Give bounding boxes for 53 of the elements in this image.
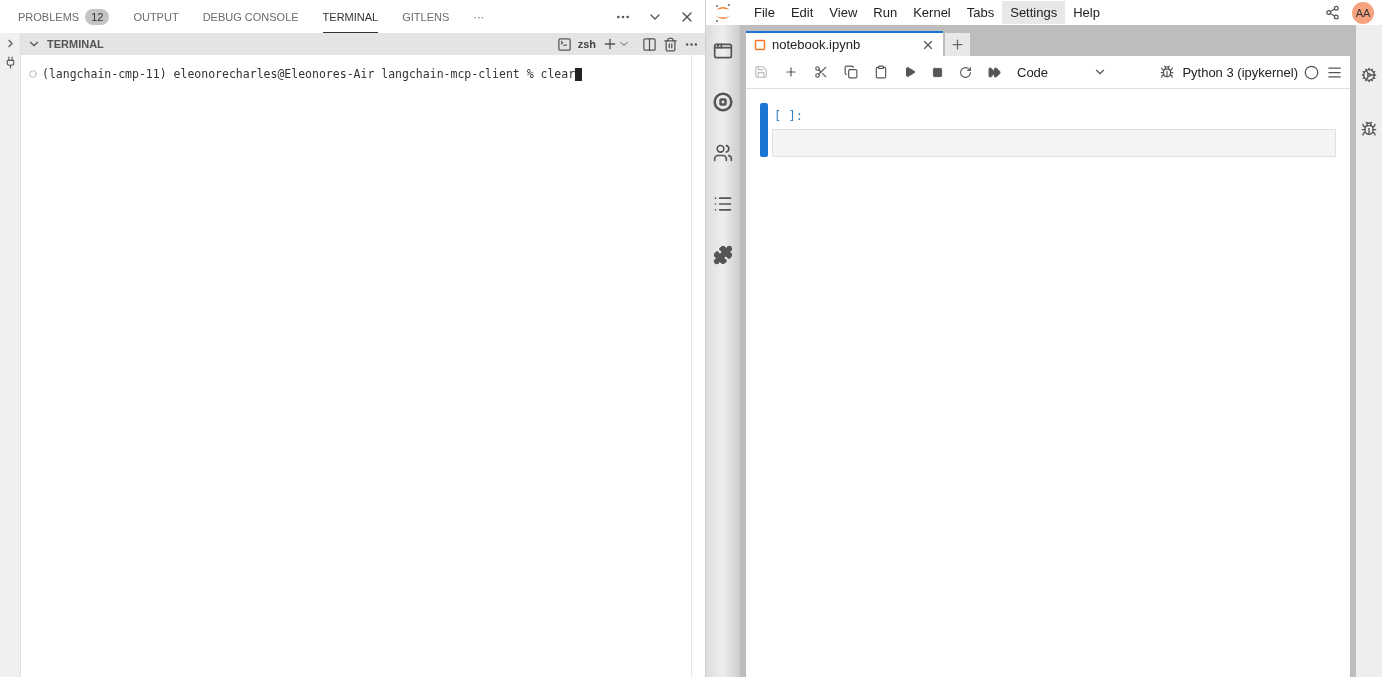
window-icon[interactable] [713, 41, 733, 61]
gears-icon[interactable] [1361, 67, 1377, 83]
new-tab-button[interactable] [945, 33, 970, 56]
plus-icon [950, 37, 965, 52]
terminal-line: (langchain-cmp-11) eleonorecharles@Eleonores-Air langchain-mcp-client % clear [42, 67, 576, 81]
notebook-icon [754, 38, 766, 51]
menu-item[interactable]: Help [1065, 1, 1108, 24]
plus-icon[interactable] [602, 36, 618, 52]
list-icon[interactable] [713, 194, 733, 214]
play-icon[interactable] [904, 66, 916, 78]
menu-icon[interactable] [1327, 64, 1342, 80]
bug-icon[interactable] [1361, 121, 1377, 137]
menu-item[interactable]: Tabs [958, 1, 1003, 24]
scissors-icon[interactable] [814, 65, 828, 79]
cell-prompt: [ ]: [773, 109, 804, 123]
panel-tab[interactable]: GITLENS [402, 0, 450, 33]
code-input-field[interactable] [772, 129, 1336, 157]
tab-label: notebook.ipynb [772, 37, 861, 52]
kernel-status-icon [1304, 64, 1319, 80]
menu-item[interactable]: View [821, 1, 866, 24]
document-tab[interactable]: notebook.ipynb [746, 31, 943, 56]
panel-tab[interactable]: PROBLEMS 12 [18, 0, 110, 33]
split-icon[interactable] [642, 36, 657, 52]
trash-icon[interactable] [663, 36, 678, 52]
stop-icon[interactable] [932, 66, 943, 78]
clipboard-icon[interactable] [874, 65, 888, 79]
circle-icon [29, 70, 37, 78]
section-title: TERMINAL [47, 38, 104, 50]
refresh-icon[interactable] [959, 65, 972, 79]
more-tabs-button[interactable]: ··· [473, 0, 485, 33]
menu-item[interactable]: Edit [782, 1, 822, 24]
menu-item[interactable]: Run [865, 1, 906, 24]
text-cursor [575, 67, 583, 81]
problems-count-badge: 12 [85, 9, 110, 25]
plus-icon[interactable] [784, 65, 798, 79]
user-avatar[interactable]: AA [1352, 1, 1374, 24]
menu-item[interactable]: Kernel [905, 1, 959, 24]
share-icon[interactable] [1325, 5, 1340, 20]
fast-forward-icon[interactable] [988, 65, 1001, 79]
copy-icon[interactable] [844, 65, 858, 79]
shell-name[interactable]: zsh [577, 38, 596, 50]
menu-item[interactable]: Settings [1002, 1, 1066, 24]
kernel-name[interactable]: Python 3 (ipykernel) [1182, 64, 1298, 80]
cell-type-dropdown[interactable]: Code [1017, 64, 1107, 80]
users-icon[interactable] [713, 143, 733, 163]
stop-circle-icon[interactable] [713, 92, 733, 112]
puzzle-icon[interactable] [713, 245, 733, 265]
panel-tab[interactable]: OUTPUT [133, 0, 179, 33]
logo-icon[interactable] [714, 2, 732, 23]
bug-icon[interactable] [1160, 65, 1175, 79]
panel-tab[interactable]: DEBUG CONSOLE [202, 0, 299, 33]
terminal-icon[interactable] [556, 36, 572, 52]
menu-item[interactable]: File [746, 1, 783, 24]
